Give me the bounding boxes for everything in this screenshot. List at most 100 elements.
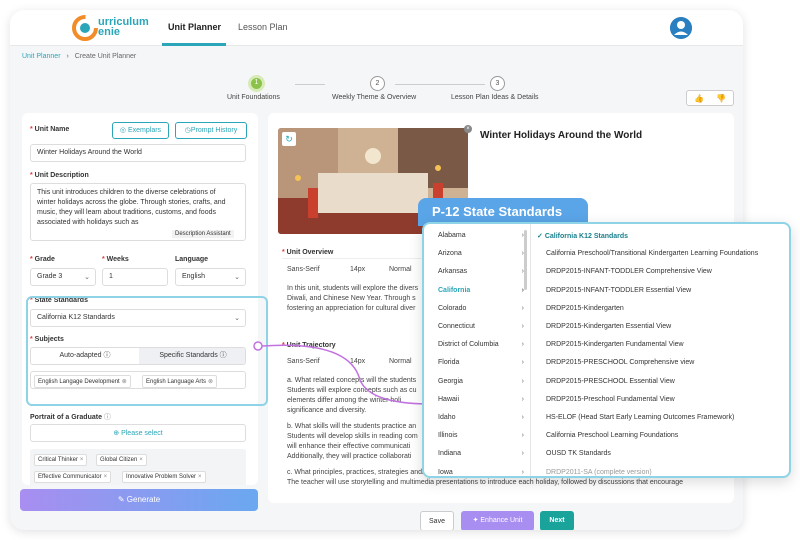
unit-overview-label: * Unit Overview [282,249,334,256]
prompt-history-button[interactable]: ◷Prompt History [175,122,247,139]
step-2-label: Weekly Theme & Overview [332,94,417,101]
refresh-icon[interactable]: ↻ [282,132,296,146]
standard-option[interactable]: DRDP2015-Kindergarten Essential View [546,323,671,330]
standard-option[interactable]: OUSD TK Standards [546,450,611,457]
weeks-input[interactable]: 1 [102,268,168,286]
chevron-right-icon: › [521,250,524,258]
enhance-unit-button[interactable]: ✦ Enhance Unit [461,511,534,530]
thumbs-down-icon[interactable]: 👎 [716,94,726,103]
standard-option[interactable]: DRDP2011-SA (complete version) [546,469,652,476]
tab-lesson-plan[interactable]: Lesson Plan [238,22,288,32]
remove-image-icon[interactable]: × [464,125,472,133]
breadcrumb-root[interactable]: Unit Planner [22,53,61,60]
info-icon: ⓘ [103,414,111,421]
chevron-right-icon: › [521,432,524,440]
standard-option[interactable]: ✓ California K12 Standards [537,232,628,240]
step-3-label: Lesson Plan Ideas & Details [451,94,539,101]
language-select[interactable]: English ⌄ [175,268,246,286]
state-option[interactable]: Illinois › [438,432,524,439]
standard-option[interactable]: DRDP2015-Kindergarten Fundamental View [546,341,684,348]
portrait-chip: Effective Communicator × [34,471,112,483]
standard-option[interactable]: DRDP2015-INFANT-TODDLER Comprehensive Vi… [546,268,712,275]
standard-option[interactable]: California Preschool/Transitional Kinder… [546,250,758,257]
thumbs-up-icon[interactable]: 👍 [694,94,704,103]
portrait-chip: Critical Thinker × [34,454,88,466]
state-option[interactable]: Georgia › [438,378,524,385]
standard-option[interactable]: DRDP2015-PRESCHOOL Essential View [546,378,675,385]
avatar-icon[interactable] [670,17,692,39]
step-connector [395,84,485,85]
top-bar: urriculum enie Unit Planner Lesson Plan [10,10,743,46]
unit-name-label: * Unit Name [30,126,70,133]
unit-title: Winter Holidays Around the World [480,130,643,141]
close-icon[interactable]: × [104,474,108,480]
active-tab-indicator [162,43,226,46]
chevron-right-icon: › [521,395,524,403]
standard-option[interactable]: HS-ELOF (Head Start Early Learning Outco… [546,414,734,421]
text-style-select[interactable]: Normal [389,266,412,273]
chevron-right-icon: › [521,232,524,239]
chevron-right-icon: › [521,323,524,330]
description-assistant-button[interactable]: Description Assistant [172,230,234,238]
portrait-chip: Innovative Problem Solver × [122,471,206,483]
grade-label: * Grade [30,256,55,263]
portrait-select[interactable]: ⊕ Please select [30,424,246,442]
step-2-circle[interactable]: 2 [370,76,385,91]
logo-icon [72,15,98,41]
breadcrumb: Unit Planner › Create Unit Planner [22,53,136,60]
step-1-circle[interactable]: 1 [248,75,265,92]
font-size-select[interactable]: 14px [350,266,365,273]
unit-name-input[interactable]: Winter Holidays Around the World [30,144,246,162]
sparkle-icon: ✎ [117,495,127,504]
step-1-label: Unit Foundations [227,94,280,101]
tab-unit-planner[interactable]: Unit Planner [168,22,221,32]
unit-description-label: * Unit Description [30,172,89,179]
chevron-right-icon: › [521,414,524,421]
state-standards-popup: Alabama › Arizona › Arkansas › California › Colo… [422,222,791,478]
scrollbar[interactable] [524,230,527,290]
state-option[interactable]: Hawaii › [438,396,524,403]
chevron-right-icon: › [521,268,524,276]
state-option[interactable]: Arkansas › [438,268,524,275]
chevron-down-icon: ⌄ [84,274,90,281]
next-button[interactable]: Next [540,511,574,530]
feedback-buttons: 👍 👎 [686,90,734,106]
breadcrumb-current: Create Unit Planner [74,53,137,60]
save-button[interactable]: Save [420,511,454,530]
state-option[interactable]: District of Columbia › [438,341,524,348]
standard-option[interactable]: DRDP2015-INFANT-TODDLER Essential View [546,287,691,294]
state-option[interactable]: Indiana › [438,450,524,457]
chevron-right-icon: › [521,286,524,294]
add-icon: ⊕ [113,430,122,437]
check-icon: ✓ [537,233,545,240]
weeks-label: * Weeks [102,256,129,263]
portrait-label: Portrait of a Graduate ⓘ [30,414,111,421]
chevron-right-icon: › [521,359,524,367]
chevron-right-icon: › [521,377,524,385]
standard-option[interactable]: DRDP2015-Preschool Fundamental View [546,396,675,403]
close-icon[interactable]: × [139,457,143,463]
exemplars-button[interactable]: ◎ Exemplars [112,122,169,139]
chevron-right-icon: › [521,450,524,458]
connector-arrow-icon [253,341,434,411]
state-option[interactable]: Connecticut › [438,323,524,330]
chevron-right-icon: › [521,468,524,476]
standard-option[interactable]: DRDP2015-Kindergarten [546,305,624,312]
standard-option[interactable]: California Preschool Learning Foundation… [546,432,678,439]
step-3-circle[interactable]: 3 [490,76,505,91]
standard-option[interactable]: DRDP2015-PRESCHOOL Comprehensive view [546,359,694,366]
logo-text: urriculum enie [98,16,149,38]
close-icon[interactable]: × [80,457,84,463]
state-option[interactable]: Florida › [438,359,524,366]
state-option[interactable]: California › [438,287,524,294]
grade-select[interactable]: Grade 3 ⌄ [30,268,96,286]
font-family-select[interactable]: Sans-Serif [287,266,320,273]
close-icon[interactable]: × [198,474,202,480]
state-option[interactable]: Arizona › [438,250,524,257]
state-option[interactable]: Alabama › [438,232,524,239]
state-option[interactable]: Idaho › [438,414,524,421]
state-option[interactable]: Iowa › [438,469,524,476]
generate-button[interactable]: ✎ Generate [20,489,258,511]
step-connector [295,84,325,85]
state-option[interactable]: Colorado › [438,305,524,312]
